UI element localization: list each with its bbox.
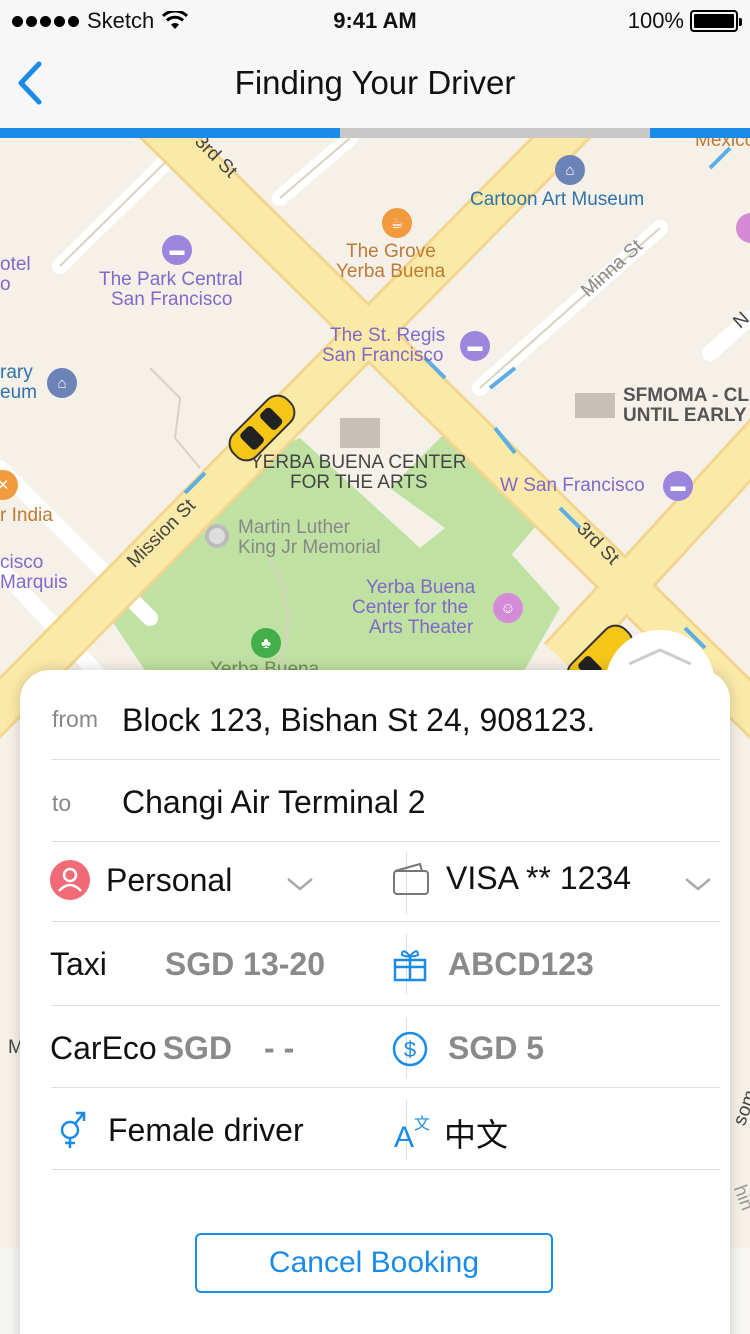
to-label: to — [52, 790, 72, 816]
chevron-down-icon[interactable] — [286, 876, 314, 892]
place-label: r India — [0, 505, 53, 526]
place-label: Marquis — [0, 572, 68, 593]
person-icon — [50, 860, 90, 900]
profile-payment-row: Personal VISA ** 1234 — [50, 842, 720, 922]
promo-code[interactable]: ABCD123 — [392, 946, 594, 983]
place-label: W San Francisco — [500, 475, 645, 496]
language-selector[interactable]: A 文 中文 — [394, 1110, 508, 1156]
svg-text:$: $ — [404, 1037, 416, 1062]
place-label: San Francisco — [322, 345, 444, 366]
pickup-address[interactable]: Block 123, Bishan St 24, 908123. — [122, 702, 595, 739]
careco-fare: - - — [264, 1030, 295, 1066]
park-icon[interactable]: ♣ — [251, 628, 281, 658]
gift-icon — [393, 949, 427, 981]
museum-icon[interactable]: ⌂ — [555, 155, 585, 185]
svg-text:A: A — [394, 1121, 414, 1153]
status-bar: Sketch 9:41 AM 100% — [0, 0, 750, 40]
profile-value: Personal — [106, 861, 233, 898]
place-label: UNTIL EARLY — [623, 405, 747, 426]
translate-icon: A 文 — [394, 1114, 430, 1153]
booking-card: from Block 123, Bishan St 24, 908123. to… — [20, 670, 730, 1334]
taxi-fare-row: Taxi SGD 13-20 ABCD123 — [50, 922, 720, 1006]
taxi-fare: SGD 13-20 — [164, 946, 325, 982]
dollar-icon: $ — [392, 1031, 428, 1066]
from-label: from — [52, 706, 98, 732]
payment-selector[interactable]: VISA ** 1234 — [392, 860, 652, 897]
dropoff-row[interactable]: to Changi Air Terminal 2 — [52, 760, 720, 842]
cafe-icon[interactable]: ☕ — [382, 208, 412, 238]
place-label: Yerba Buena — [366, 577, 476, 598]
female-driver-label: Female driver — [108, 1111, 304, 1148]
theater-icon[interactable]: ☺ — [493, 593, 523, 623]
landmark-icon[interactable] — [205, 524, 229, 548]
place-label: Arts Theater — [369, 617, 474, 638]
place-label: cisco — [0, 552, 44, 573]
progress-segment-2 — [650, 128, 750, 138]
museum-icon[interactable]: ⌂ — [47, 368, 77, 398]
hotel-icon[interactable]: ▬ — [460, 331, 490, 361]
place-label: FOR THE ARTS — [290, 472, 428, 493]
svg-text:文: 文 — [414, 1114, 430, 1133]
cancel-booking-button[interactable]: Cancel Booking — [195, 1233, 553, 1293]
hotel-icon[interactable]: ▬ — [162, 235, 192, 265]
hotel-icon[interactable]: ▬ — [663, 471, 693, 501]
gender-icon — [60, 1111, 86, 1148]
place-label: Center for the — [352, 597, 469, 618]
place-label: Mexico — [695, 138, 750, 151]
payment-value: VISA ** 1234 — [446, 860, 632, 896]
place-label: The Grove — [346, 241, 436, 262]
search-progress-bar — [0, 128, 750, 138]
place-label: King Jr Memorial — [238, 537, 381, 558]
place-label: SFMOMA - CL — [623, 385, 749, 406]
taxi-option[interactable]: Taxi SGD 13-20 — [50, 946, 325, 983]
battery-percent: 100% — [627, 8, 684, 33]
promo-code-value: ABCD123 — [448, 946, 594, 982]
progress-segment-1 — [0, 128, 340, 138]
place-label: San Francisco — [111, 289, 233, 310]
chevron-down-icon[interactable] — [684, 876, 712, 892]
navigation-bar: Finding Your Driver — [0, 40, 750, 128]
language-value: 中文 — [444, 1117, 509, 1153]
careco-label: CarEco — [50, 1030, 157, 1066]
female-driver-toggle[interactable]: Female driver — [56, 1110, 304, 1150]
place-label: YERBA BUENA CENTER — [250, 452, 467, 473]
place-label: Cartoon Art Museum — [470, 189, 645, 210]
taxi-label: Taxi — [50, 946, 107, 982]
place-label: eum — [0, 382, 37, 403]
place-label: Yerba Buena — [336, 261, 446, 282]
battery-icon — [690, 10, 742, 32]
dropoff-address[interactable]: Changi Air Terminal 2 — [122, 784, 426, 821]
page-title: Finding Your Driver — [234, 64, 516, 101]
chevron-up-icon — [628, 648, 692, 666]
place-label: Martin Luther — [238, 517, 350, 538]
place-label: The Park Central — [99, 269, 243, 290]
careco-currency: SGD — [162, 1030, 233, 1066]
careco-option[interactable]: CarEco SGD - - — [50, 1030, 294, 1067]
wallet-icon — [393, 862, 429, 895]
tip-value: SGD 5 — [448, 1030, 545, 1066]
place-label: o — [0, 274, 11, 295]
place-label: otel — [0, 254, 31, 275]
careco-row: CarEco SGD - - $ SGD 5 — [50, 1006, 720, 1088]
preferences-row: Female driver A 文 中文 — [52, 1088, 720, 1170]
place-label: rary — [0, 362, 33, 383]
status-right: 100% — [627, 8, 742, 34]
place-label: The St. Regis — [330, 325, 446, 346]
tip-selector[interactable]: $ SGD 5 — [392, 1030, 544, 1067]
